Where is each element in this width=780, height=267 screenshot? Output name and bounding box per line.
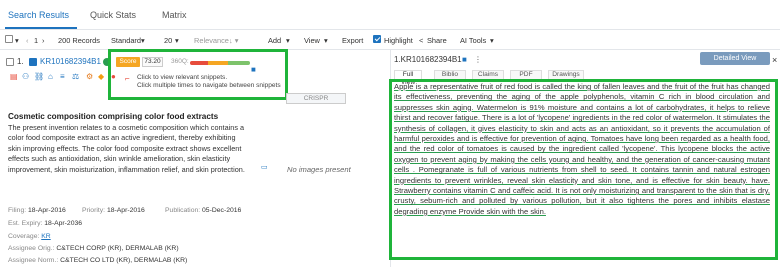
page-number[interactable]: 1	[34, 36, 38, 45]
share-button[interactable]: Share	[427, 36, 447, 45]
sort-direction-icon[interactable]: ↓ ▾	[229, 36, 238, 45]
assignee-orig: Assignee Orig.: C&TECH CORP (KR), DERMAL…	[8, 245, 179, 252]
view-mode-chevron-icon[interactable]: ▾	[141, 36, 145, 45]
priority-date: Priority: 18-Apr-2016	[82, 207, 145, 214]
family-icon[interactable]: ⚇	[22, 72, 29, 81]
institution-icon[interactable]: ⌂	[48, 72, 53, 81]
page: Search Results Quick Stats Matrix ▾ ‹ 1 …	[0, 0, 780, 267]
list-icon[interactable]: ≡	[60, 72, 65, 81]
view-mode-select[interactable]: Standard	[111, 36, 141, 45]
record-count: 200 Records	[58, 36, 100, 45]
view-tabs: Search Results Quick Stats Matrix	[0, 0, 780, 30]
tab-matrix[interactable]: Matrix	[162, 10, 187, 20]
coverage: Coverage: KR	[8, 233, 51, 240]
detail-title: 1.KR101682394B1	[394, 55, 462, 64]
image-folder-icon: ▭	[261, 164, 268, 171]
next-page-icon[interactable]: ›	[42, 36, 44, 45]
assignee-norm: Assignee Norm.: C&TECH CO LTD (KR), DERM…	[8, 257, 188, 264]
add-button[interactable]: Add	[268, 36, 281, 45]
record-title[interactable]: Cosmetic composition comprising color fo…	[8, 112, 218, 121]
record-type-icon	[29, 58, 37, 66]
filing-date: Filing: 18-Apr-2016	[8, 207, 66, 214]
record-number-link[interactable]: KR101682394B1	[40, 57, 101, 66]
fulltext-paragraph: Apple is a representative fruit of red f…	[394, 82, 770, 216]
page-size-chevron-icon[interactable]: ▾	[175, 36, 179, 45]
prev-page-icon[interactable]: ‹	[26, 36, 28, 45]
citation-icon[interactable]: ⚙	[86, 72, 93, 81]
est-expiry-date: Est. Expiry: 18-Apr-2036	[8, 220, 83, 227]
results-toolbar: ▾ ‹ 1 › 200 Records Standard ▾ 20 ▾ Rele…	[0, 30, 780, 74]
bookmark-icon[interactable]: ■	[462, 55, 467, 64]
select-all-checkbox[interactable]	[5, 35, 13, 43]
more-icon[interactable]: ⋮	[474, 55, 482, 64]
publication-date: Publication: 05-Dec-2016	[165, 207, 242, 214]
tab-biblio[interactable]: Biblio	[434, 70, 466, 79]
pdf-icon[interactable]: ▤	[10, 72, 18, 81]
select-dropdown-icon[interactable]: ▾	[15, 36, 19, 45]
page-size-select[interactable]: 20	[164, 36, 172, 45]
fulltext-content: Apple is a representative fruit of red f…	[394, 82, 770, 217]
tab-search-results[interactable]: Search Results	[8, 10, 69, 20]
ai-tools-button[interactable]: AI Tools	[460, 36, 486, 45]
record-index: 1.	[17, 57, 24, 66]
detailed-view-button[interactable]: Detailed View	[700, 52, 770, 65]
tab-quick-stats[interactable]: Quick Stats	[90, 10, 136, 20]
legal-icon[interactable]: ⚖	[72, 72, 79, 81]
sort-select[interactable]: Relevance	[194, 36, 229, 45]
tab-pdf[interactable]: PDF	[510, 70, 542, 79]
active-tab-indicator	[5, 27, 77, 29]
record-abstract: The present invention relates to a cosme…	[8, 123, 245, 174]
tab-full-view[interactable]: Full View	[394, 70, 422, 86]
link-icon[interactable]: ⛓	[34, 72, 44, 81]
add-chevron-icon[interactable]: ▾	[286, 36, 290, 45]
highlight-checkbox[interactable]	[373, 35, 381, 43]
score-highlight-box	[108, 49, 288, 100]
tag-icon[interactable]: ◆	[98, 72, 104, 81]
export-button[interactable]: Export	[342, 36, 363, 45]
record-checkbox[interactable]	[6, 58, 14, 66]
no-images-text: No images present	[287, 165, 351, 174]
tab-claims[interactable]: Claims	[472, 70, 504, 79]
ai-tools-chevron-icon[interactable]: ▾	[490, 36, 494, 45]
close-icon[interactable]: ×	[772, 55, 777, 65]
share-icon[interactable]: <	[419, 36, 423, 45]
highlight-label[interactable]: Highlight	[384, 36, 413, 45]
view-button[interactable]: View	[304, 36, 320, 45]
tab-drawings[interactable]: Drawings	[548, 70, 584, 79]
crispr-tag[interactable]: CRISPR	[286, 93, 346, 104]
view-chevron-icon[interactable]: ▾	[324, 36, 328, 45]
